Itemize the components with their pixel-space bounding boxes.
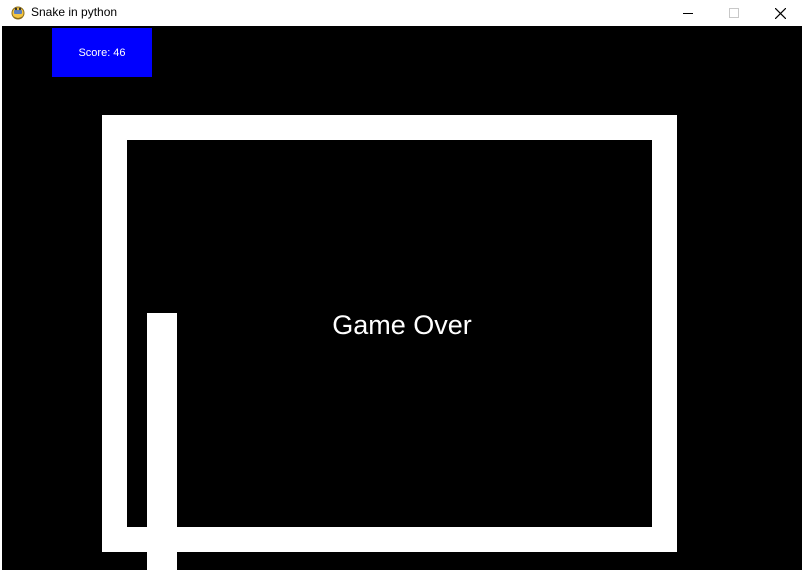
snake-body (147, 313, 177, 570)
game-window: Snake in python Score: 46 Game Over (0, 0, 803, 570)
wall-top (102, 115, 677, 140)
minimize-button[interactable] (665, 0, 711, 26)
close-button[interactable] (757, 0, 803, 26)
game-over-text: Game Over (332, 310, 472, 340)
score-label: Score: 46 (78, 46, 126, 59)
wall-bottom (102, 527, 677, 552)
title-bar[interactable]: Snake in python (0, 0, 803, 26)
game-canvas[interactable]: Score: 46 Game Over (2, 26, 802, 570)
python-snake-icon[interactable] (10, 4, 26, 20)
score-panel: Score: 46 (52, 28, 152, 77)
close-icon (774, 7, 786, 19)
window-title: Snake in python (31, 5, 118, 19)
maximize-button[interactable] (711, 0, 757, 26)
minimize-icon (683, 13, 693, 14)
maximize-icon (729, 8, 739, 18)
